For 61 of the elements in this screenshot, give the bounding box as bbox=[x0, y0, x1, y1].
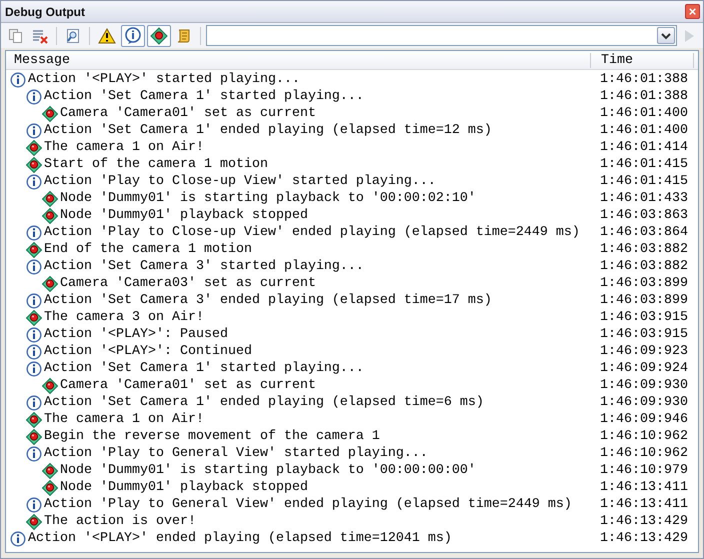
log-message: End of the camera 1 motion bbox=[44, 242, 252, 257]
log-message: Action '<PLAY>' ended playing (elapsed time=12041 ms) bbox=[28, 531, 452, 546]
log-message: Action 'Set Camera 1' ended playing (elapsed time=6 ms) bbox=[44, 395, 484, 410]
log-time: 1:46:03:915 bbox=[599, 327, 689, 342]
log-time: 1:46:01:400 bbox=[599, 123, 689, 138]
log-time: 1:46:03:864 bbox=[599, 225, 689, 240]
log-message: Action 'Play to Close-up View' started playing... bbox=[44, 174, 436, 189]
log-message: Action 'Set Camera 1' started playing... bbox=[44, 361, 364, 376]
log-time: 1:46:13:411 bbox=[599, 497, 689, 512]
log-time: 1:46:01:433 bbox=[599, 191, 689, 206]
log-time: 1:46:09:946 bbox=[599, 412, 689, 427]
log-message: Begin the reverse movement of the camera 1 bbox=[44, 429, 380, 444]
window-title: Debug Output bbox=[5, 4, 85, 18]
log-message: Action 'Set Camera 1' started playing... bbox=[44, 89, 364, 104]
log-time: 1:46:01:388 bbox=[599, 89, 689, 104]
column-header[interactable]: Message bbox=[6, 52, 591, 68]
log-message: Action 'Set Camera 3' started playing... bbox=[44, 259, 364, 274]
log-time: 1:46:03:899 bbox=[599, 276, 689, 291]
log-message: Node 'Dummy01' playback stopped bbox=[60, 480, 308, 495]
log-message: Action 'Play to General View' started playing... bbox=[44, 446, 428, 461]
log-time: 1:46:10:962 bbox=[599, 446, 689, 461]
log-time: 1:46:10:962 bbox=[599, 429, 689, 444]
log-message: Action 'Set Camera 3' ended playing (elapsed time=17 ms) bbox=[44, 293, 492, 308]
log-time: 1:46:09:930 bbox=[599, 395, 689, 410]
log-message: Action 'Play to Close-up View' ended playing (elapsed time=2449 ms) bbox=[44, 225, 580, 240]
log-time: 1:46:01:415 bbox=[599, 174, 689, 189]
log-time: 1:46:01:400 bbox=[599, 106, 689, 121]
log-time: 1:46:13:429 bbox=[599, 514, 689, 529]
column-header[interactable]: Time bbox=[591, 52, 694, 68]
log-time: 1:46:03:899 bbox=[599, 293, 689, 308]
log-time: 1:46:13:429 bbox=[599, 531, 689, 546]
log-time: 1:46:09:923 bbox=[599, 344, 689, 359]
log-message: Action '<PLAY>': Continued bbox=[44, 344, 252, 359]
info-icon[interactable] bbox=[121, 24, 145, 46]
log-time: 1:46:09:924 bbox=[599, 361, 689, 376]
log-message: The camera 1 on Air! bbox=[44, 412, 204, 427]
log-message: Camera 'Camera01' set as current bbox=[60, 106, 316, 121]
log-message: Node 'Dummy01' is starting playback to '00:00:00:00' bbox=[60, 463, 476, 478]
log-time: 1:46:03:882 bbox=[599, 259, 689, 274]
log-message: Start of the camera 1 motion bbox=[44, 157, 268, 172]
log-time: 1:46:01:415 bbox=[599, 157, 689, 172]
log-message: Action '<PLAY>' started playing... bbox=[28, 72, 300, 87]
log-time: 1:46:01:388 bbox=[599, 72, 689, 87]
log-message: Camera 'Camera03' set as current bbox=[60, 276, 316, 291]
log-message: The camera 3 on Air! bbox=[44, 310, 204, 325]
log-message: The action is over! bbox=[44, 514, 196, 529]
log-time: 1:46:13:411 bbox=[599, 480, 689, 495]
log-time: 1:46:03:915 bbox=[599, 310, 689, 325]
log-message: Action '<PLAY>': Paused bbox=[44, 327, 228, 342]
log-message: Node 'Dummy01' playback stopped bbox=[60, 208, 308, 223]
log-message: Camera 'Camera01' set as current bbox=[60, 378, 316, 393]
log-message: Action 'Set Camera 1' ended playing (elapsed time=12 ms) bbox=[44, 123, 492, 138]
log-time: 1:46:10:979 bbox=[599, 463, 689, 478]
log-message: The camera 1 on Air! bbox=[44, 140, 204, 155]
event-icon[interactable] bbox=[147, 24, 171, 46]
log-time: 1:46:03:882 bbox=[599, 242, 689, 257]
log-time: 1:46:01:414 bbox=[599, 140, 689, 155]
log-message: Action 'Play to General View' ended playing (elapsed time=2449 ms) bbox=[44, 497, 572, 512]
log-time: 1:46:09:930 bbox=[599, 378, 689, 393]
log-message: Node 'Dummy01' is starting playback to '00:00:02:10' bbox=[60, 191, 476, 206]
log-time: 1:46:03:863 bbox=[599, 208, 689, 223]
